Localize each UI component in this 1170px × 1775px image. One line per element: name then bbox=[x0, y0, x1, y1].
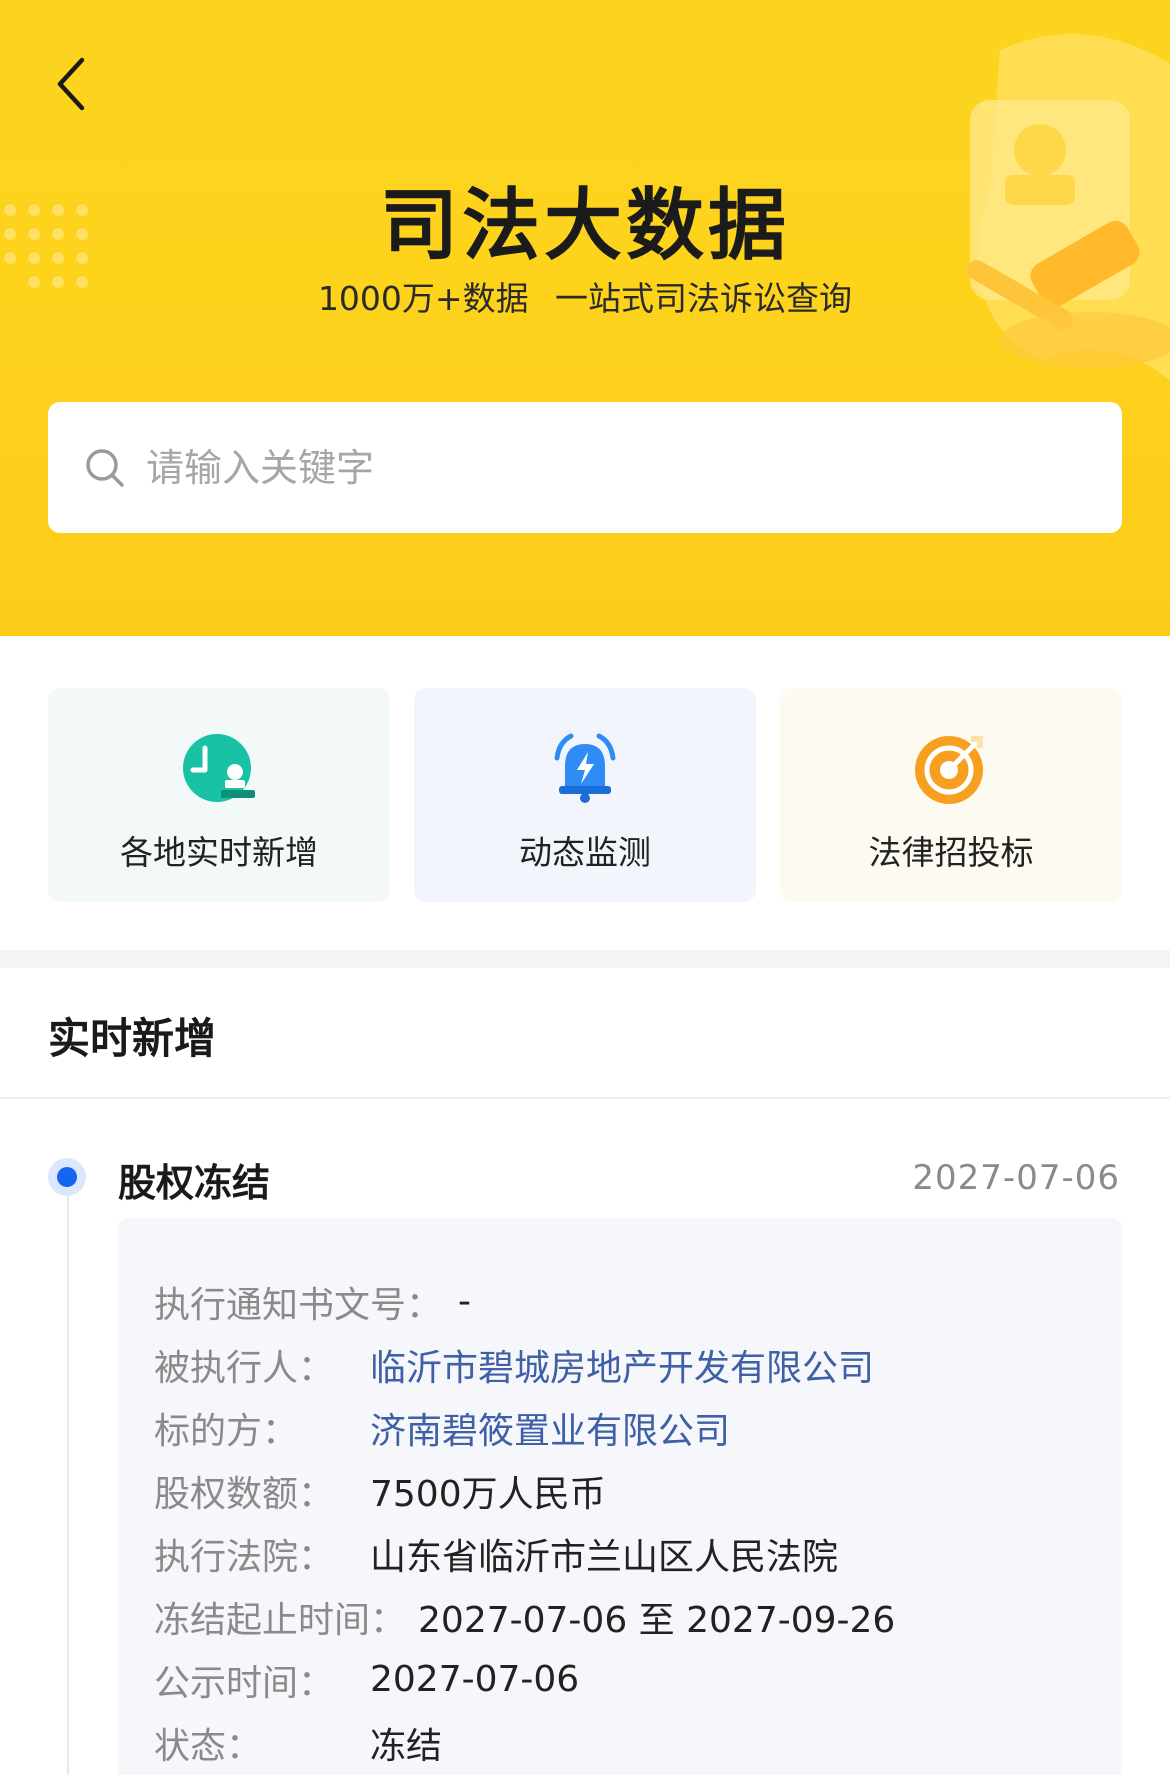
field-label: 执行通知书文号： bbox=[154, 1284, 443, 1326]
detail-row: 标的方： 济南碧筱置业有限公司 bbox=[154, 1396, 1122, 1459]
hero-banner: 司法大数据 1000万+数据 一站式司法诉讼查询 bbox=[0, 0, 1170, 636]
field-label: 状态： bbox=[154, 1725, 263, 1767]
timeline-line bbox=[67, 1190, 69, 1775]
search-box[interactable] bbox=[48, 402, 1122, 533]
field-value: 山东省临沂市兰山区人民法院 bbox=[370, 1536, 839, 1578]
section-divider bbox=[0, 950, 1170, 968]
stamp-clock-icon bbox=[183, 734, 255, 802]
divider-line bbox=[0, 1097, 1170, 1099]
search-input[interactable] bbox=[146, 445, 1046, 490]
quick-link-label: 法律招投标 bbox=[868, 833, 1034, 872]
page-subtitle: 1000万+数据 一站式司法诉讼查询 bbox=[317, 279, 853, 318]
field-value: 2027-07-06 bbox=[370, 1659, 580, 1700]
quick-links: 各地实时新增 动态监测 法律招投标 bbox=[48, 688, 1122, 902]
timeline-dot bbox=[48, 1158, 86, 1196]
quick-link-label: 动态监测 bbox=[519, 833, 651, 872]
field-value: - bbox=[458, 1281, 472, 1322]
detail-row: 公示时间： 2027-07-06 bbox=[154, 1648, 1122, 1711]
event-type[interactable]: 股权冻结 bbox=[118, 1152, 270, 1207]
field-label: 被执行人： bbox=[154, 1347, 335, 1389]
field-label: 冻结起止时间： bbox=[154, 1599, 407, 1641]
detail-row: 股权数额： 7500万人民币 bbox=[154, 1459, 1122, 1522]
alarm-bell-icon bbox=[554, 733, 616, 803]
detail-row: 执行通知书文号： - bbox=[154, 1270, 1122, 1333]
detail-row: 冻结起止时间： 2027-07-06 至 2027-09-26 bbox=[154, 1585, 1122, 1648]
field-label: 股权数额： bbox=[154, 1473, 335, 1515]
debtor-link[interactable]: 临沂市碧城房地产开发有限公司 bbox=[370, 1339, 874, 1391]
target-icon bbox=[915, 736, 983, 804]
page-title: 司法大数据 bbox=[379, 181, 790, 271]
back-arrow-icon[interactable] bbox=[44, 52, 104, 112]
field-value: 冻结 bbox=[370, 1725, 443, 1767]
field-label: 执行法院： bbox=[154, 1536, 335, 1578]
field-value: 7500万人民币 bbox=[370, 1473, 606, 1515]
event-date: 2027-07-06 bbox=[912, 1158, 1120, 1198]
detail-row: 被执行人： 临沂市碧城房地产开发有限公司 bbox=[154, 1333, 1122, 1396]
field-label: 标的方： bbox=[154, 1410, 299, 1452]
detail-row: 状态： 冻结 bbox=[154, 1711, 1122, 1774]
quick-link-label: 各地实时新增 bbox=[120, 833, 318, 872]
detail-row: 执行法院： 山东省临沂市兰山区人民法院 bbox=[154, 1522, 1122, 1585]
section-title: 实时新增 bbox=[48, 1014, 217, 1063]
target-company-link[interactable]: 济南碧筱置业有限公司 bbox=[370, 1402, 730, 1454]
field-label: 公示时间： bbox=[154, 1662, 335, 1704]
search-icon bbox=[86, 448, 124, 487]
quick-link-legal-bidding[interactable]: 法律招投标 bbox=[780, 688, 1122, 902]
field-value: 2027-07-06 至 2027-09-26 bbox=[418, 1599, 896, 1641]
event-detail-card[interactable]: 执行通知书文号： - 被执行人： 临沂市碧城房地产开发有限公司 标的方： 济南碧… bbox=[118, 1218, 1122, 1775]
quick-link-monitoring[interactable]: 动态监测 bbox=[414, 688, 756, 902]
quick-link-regional-new[interactable]: 各地实时新增 bbox=[48, 688, 390, 902]
